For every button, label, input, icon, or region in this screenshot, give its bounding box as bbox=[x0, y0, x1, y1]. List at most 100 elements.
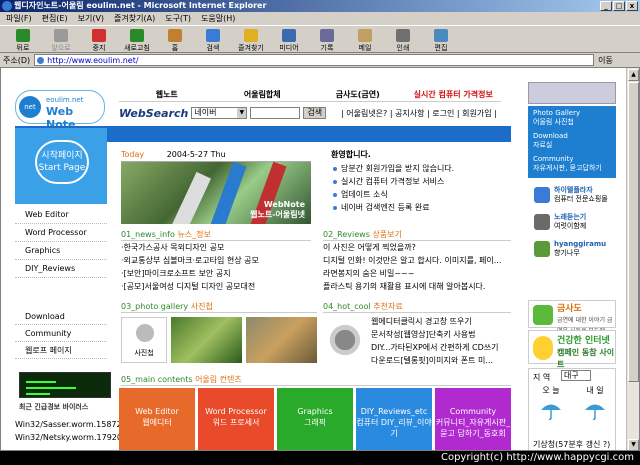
content-block[interactable]: Web Editor 웹에디터 bbox=[119, 388, 195, 450]
content-block-title: Word Processor bbox=[205, 407, 267, 416]
content-block[interactable]: Word Processor 워드 프로세서 bbox=[198, 388, 274, 450]
start-page-box[interactable]: 시작페이지 Start Page bbox=[15, 128, 107, 204]
scroll-thumb[interactable] bbox=[628, 82, 639, 382]
news-item[interactable]: ·[보안]마이크로소프트 보안 공지 bbox=[121, 267, 311, 280]
toolbar-button-search[interactable]: 검색 bbox=[194, 26, 232, 53]
side-menu-word-processor[interactable]: Word Processor bbox=[15, 224, 107, 242]
start-page-text: 시작페이지 bbox=[41, 151, 83, 161]
search-button[interactable]: 검색 bbox=[303, 107, 327, 119]
hot-item[interactable]: 웹에디터클릭시 경고창 뜨우기 bbox=[371, 315, 511, 328]
maximize-button[interactable]: □ bbox=[613, 1, 625, 11]
toolbar-button-history[interactable]: 기록 bbox=[308, 26, 346, 53]
minimize-button[interactable]: _ bbox=[600, 1, 612, 11]
window-controls: _ □ x bbox=[600, 1, 638, 11]
right-top-box bbox=[528, 82, 616, 104]
review-item[interactable]: 라면봉지의 숨은 비밀~~~ bbox=[323, 267, 511, 280]
nav-webnote[interactable]: 웹노트 bbox=[119, 88, 215, 101]
right-link-subtitle: 향기나무 bbox=[554, 249, 580, 257]
go-button[interactable]: 이동 bbox=[598, 55, 613, 66]
toolbar-label: 편집 bbox=[434, 44, 448, 52]
content-block[interactable]: Graphics 그래픽 bbox=[277, 388, 353, 450]
gallery-icon-thumb[interactable]: 사진첩 bbox=[121, 317, 167, 363]
welcome-item[interactable]: 업데이트 소식 bbox=[331, 188, 511, 201]
scroll-down-icon[interactable]: ▼ bbox=[628, 439, 639, 450]
logo-small-text: eoulim.net bbox=[46, 96, 84, 104]
welcome-item[interactable]: 당분간 회원가입을 받지 않습니다. bbox=[331, 162, 511, 175]
news-item[interactable]: ·[공모]서울여성 디지털 디자인 공모대전 bbox=[121, 280, 311, 293]
side-menu-graphics[interactable]: Graphics bbox=[15, 242, 107, 260]
site-logo[interactable]: net eoulim.net Web Note bbox=[15, 90, 105, 131]
hot-cool-thumb bbox=[323, 315, 367, 365]
right-link-item[interactable]: 하이텔플라자 컴퓨터 전문쇼핑몰 bbox=[534, 186, 614, 204]
news-item[interactable]: ·외교통상부 심볼마크·로고타입 현상 공모 bbox=[121, 254, 311, 267]
gallery-thumb[interactable] bbox=[171, 317, 242, 363]
right-download-link[interactable]: Download 자료실 bbox=[533, 132, 611, 150]
hot-item[interactable]: 문서작성[웹영상]단축키 사용법 bbox=[371, 328, 511, 341]
menu-item[interactable]: 도구(T) bbox=[165, 12, 191, 25]
nav-price-info[interactable]: 실시간 컴퓨터 가격정보 bbox=[406, 88, 502, 101]
menu-item[interactable]: 보기(V) bbox=[78, 12, 104, 25]
menu-item[interactable]: 즐겨찾기(A) bbox=[114, 12, 155, 25]
search-engine-select[interactable]: 네이버 bbox=[191, 107, 248, 119]
vertical-scrollbar[interactable]: ▲ ▼ bbox=[626, 68, 639, 450]
photo-watermark-line1: WebNote bbox=[263, 200, 305, 209]
toolbar-button-stop[interactable]: 중지 bbox=[80, 26, 118, 53]
gallery-thumb[interactable] bbox=[246, 317, 317, 363]
side-menu-webrope[interactable]: 웹로프 페이지 bbox=[15, 342, 107, 359]
main-contents-section: 05_main contents 어울림 컨텐츠 bbox=[121, 373, 511, 386]
search-input[interactable] bbox=[250, 107, 301, 119]
weather-region-select[interactable]: 대구 bbox=[561, 370, 591, 381]
toolbar-button-refresh[interactable]: 새로고침 bbox=[118, 26, 156, 53]
close-button[interactable]: x bbox=[626, 1, 638, 11]
review-item[interactable]: 이 사진은 어떻게 찍었을까? bbox=[323, 241, 511, 254]
top-links[interactable]: | 어울림넷은? | 공지사항 | 로그인 | 회원가입 | bbox=[341, 108, 497, 119]
toolbar-label: 기록 bbox=[320, 44, 334, 52]
right-link-item[interactable]: hyanggiramu 향기나무 bbox=[534, 240, 614, 258]
right-link-item[interactable]: 노래듣는기 여럿이함께 bbox=[534, 213, 614, 231]
nav-geumsado[interactable]: 금사도(금연) bbox=[310, 88, 406, 101]
healthy-internet-banner[interactable]: 건강한 인터넷 캠페인 동참 사이트 bbox=[528, 330, 616, 369]
toolbar-button-print[interactable]: 인쇄 bbox=[384, 26, 422, 53]
menu-item[interactable]: 파일(F) bbox=[6, 12, 32, 25]
content-block[interactable]: DIY_Reviews_etc 컴퓨터 DIY_리뷰_이야기 bbox=[356, 388, 432, 450]
right-link-title: 하이텔플라자 bbox=[554, 186, 593, 194]
welcome-item[interactable]: 실시간 컴퓨터 가격정보 서비스 bbox=[331, 175, 511, 188]
toolbar-button-media[interactable]: 미디어 bbox=[270, 26, 308, 53]
review-item[interactable]: 디지털 인화! 이것만은 알고 합시다. 이미지를, 페이... bbox=[323, 254, 511, 267]
hot-item[interactable]: 다운로드[텔롱핏]이미지와 폰트 미... bbox=[371, 354, 511, 367]
web-viewport: net eoulim.net Web Note 웹노트 어울림합체 금사도(금연… bbox=[0, 67, 640, 451]
toolbar-button-edit[interactable]: 편집 bbox=[422, 26, 460, 53]
hot-item[interactable]: DIY...가타된XP에서 간편하게 CD쓰기 bbox=[371, 341, 511, 354]
welcome-item[interactable]: 네이버 검색엔진 등록 완료 bbox=[331, 201, 511, 214]
side-menu-download[interactable]: Download bbox=[15, 308, 107, 325]
virus-item[interactable]: Win32/Netsky.worm.17920 bbox=[15, 431, 119, 444]
right-community-link[interactable]: Community 자유게시판, 묻고답하기 bbox=[533, 155, 611, 173]
toolbar-button-favorites[interactable]: 즐겨찾기 bbox=[232, 26, 270, 53]
geumsado-icon bbox=[533, 305, 553, 325]
geumsado-banner[interactable]: 금사도 금연에 대한 이야기 금연을 사들은 모두에 bbox=[528, 300, 616, 335]
review-item[interactable]: 플라스틱 용기의 재활용 표시에 대해 알아봅시다. bbox=[323, 280, 511, 293]
toolbar-label: 미디어 bbox=[279, 44, 299, 52]
toolbar-button-forward-arrow[interactable]: 앞으로 bbox=[42, 26, 80, 53]
refresh-icon bbox=[130, 29, 144, 42]
menu-item[interactable]: 편집(E) bbox=[42, 12, 68, 25]
toolbar-button-home[interactable]: 홈 bbox=[156, 26, 194, 53]
news-item[interactable]: ·한국가스공사 목외디자인 공모 bbox=[121, 241, 311, 254]
photo-watermark: WebNote 웹노트-어울림넷 bbox=[250, 200, 305, 220]
side-menu-diy-reviews[interactable]: DIY_Reviews bbox=[15, 260, 107, 278]
content-block[interactable]: Community 커뮤니티_자유게시판_묻고 답하기_동호회 bbox=[435, 388, 511, 450]
address-input[interactable]: http://www.eoulim.net/ bbox=[34, 54, 595, 66]
menu-item[interactable]: 도움말(H) bbox=[201, 12, 235, 25]
content-blocks: Web Editor 웹에디터 Word Processor 워드 프로세서 Graph… bbox=[119, 388, 511, 450]
toolbar-button-mail[interactable]: 메일 bbox=[346, 26, 384, 53]
nav-eoulim[interactable]: 어울림합체 bbox=[215, 88, 311, 101]
content-block-subtitle: 커뮤니티_자유게시판_묻고 답하기_동호회 bbox=[435, 418, 511, 438]
camera-icon bbox=[136, 324, 154, 342]
web-search: WebSearch 네이버 검색 bbox=[119, 106, 329, 120]
side-menu-web-editor[interactable]: Web Editor bbox=[15, 206, 107, 224]
scroll-up-icon[interactable]: ▲ bbox=[628, 69, 639, 81]
toolbar-button-back-arrow[interactable]: 뒤로 bbox=[4, 26, 42, 53]
right-gallery-link[interactable]: Photo Gallery 어울림 사진첩 bbox=[533, 109, 611, 127]
side-menu-community[interactable]: Community bbox=[15, 325, 107, 342]
virus-item[interactable]: Win32/Sasser.worm.15872 bbox=[15, 418, 119, 431]
